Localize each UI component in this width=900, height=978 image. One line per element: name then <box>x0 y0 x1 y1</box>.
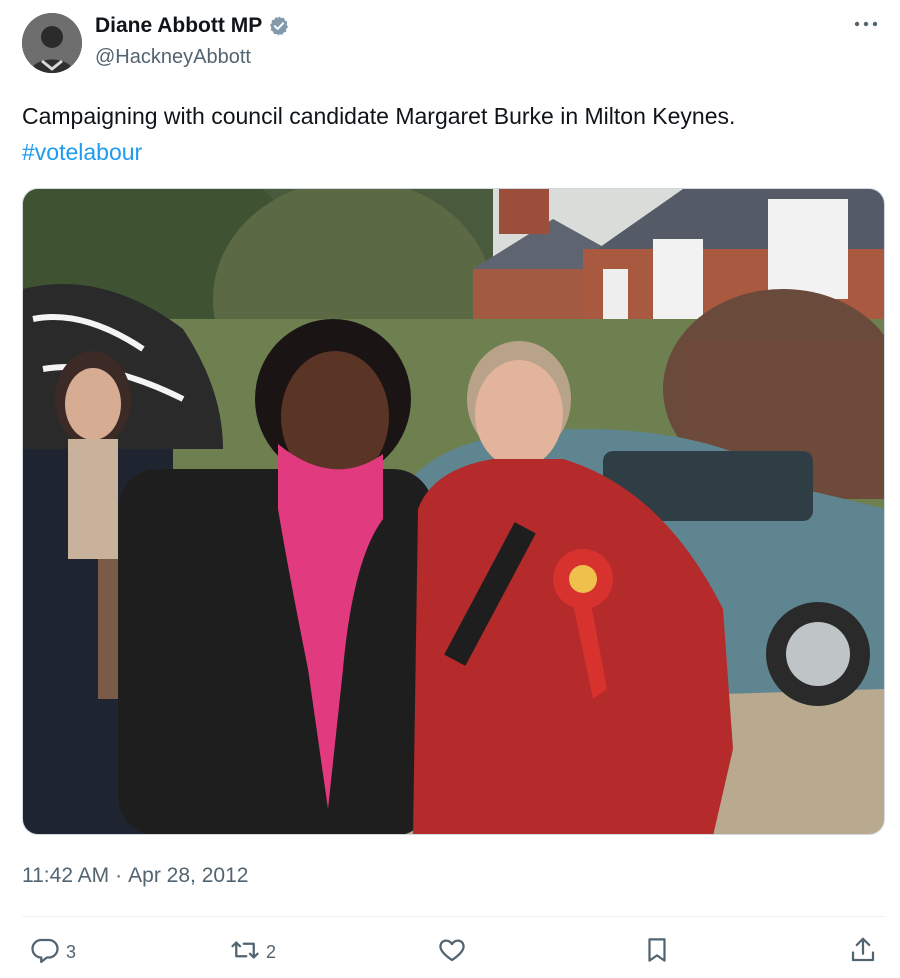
avatar[interactable] <box>22 13 82 73</box>
tweet-body: Campaigning with council candidate Marga… <box>22 103 736 129</box>
tweet-date: Apr 28, 2012 <box>128 864 249 887</box>
reply-count: 3 <box>66 942 77 962</box>
retweet-icon <box>230 935 260 970</box>
retweet-count: 2 <box>266 942 277 962</box>
display-name[interactable]: Diane Abbott MP <box>95 14 262 38</box>
share-icon <box>848 935 878 970</box>
action-bar: 3 2 <box>22 935 887 975</box>
reply-button[interactable]: 3 <box>30 935 76 970</box>
verified-badge-icon <box>268 15 290 37</box>
divider <box>22 916 886 917</box>
tweet-time: 11:42 AM <box>22 864 110 887</box>
share-button[interactable] <box>848 935 878 970</box>
timestamp-separator: · <box>115 864 123 887</box>
more-icon[interactable] <box>848 12 884 36</box>
heart-icon <box>437 935 467 970</box>
bookmark-button[interactable] <box>642 935 672 970</box>
hashtag-link[interactable]: #votelabour <box>22 139 142 165</box>
like-button[interactable] <box>437 935 467 970</box>
tweet-text: Campaigning with council candidate Marga… <box>22 98 882 170</box>
bookmark-icon <box>642 935 672 970</box>
user-handle[interactable]: @HackneyAbbott <box>95 46 251 69</box>
avatar-image <box>22 13 82 73</box>
author-name-row: Diane Abbott MP <box>95 14 290 38</box>
retweet-button[interactable]: 2 <box>230 935 276 970</box>
photo-image <box>23 189 884 834</box>
tweet-timestamp[interactable]: 11:42 AM · Apr 28, 2012 <box>22 864 248 888</box>
tweet-photo[interactable] <box>22 188 885 835</box>
reply-icon <box>30 935 60 970</box>
